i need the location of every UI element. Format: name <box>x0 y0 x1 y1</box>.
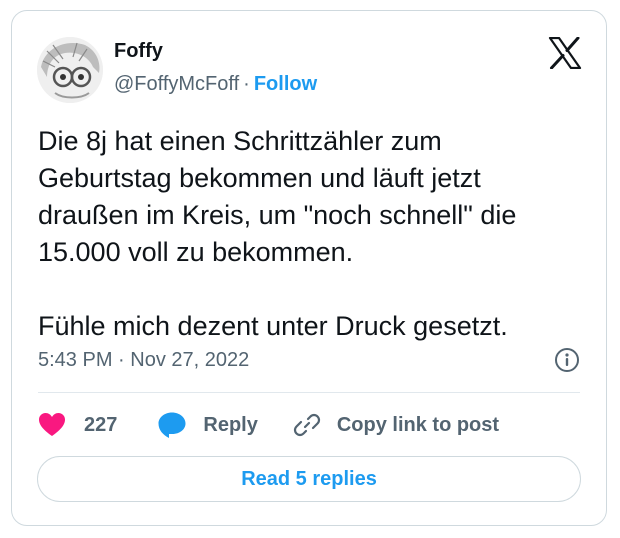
copy-link-label: Copy link to post <box>336 413 500 436</box>
timestamp-separator: · <box>118 349 125 371</box>
avatar-image <box>37 37 103 103</box>
like-button[interactable]: 227 <box>38 412 117 438</box>
tweet-time: 5:43 PM <box>38 349 113 371</box>
avatar[interactable] <box>37 37 103 103</box>
link-icon <box>293 411 321 439</box>
tweet-date: Nov 27, 2022 <box>130 349 250 371</box>
handle-separator: · <box>243 73 250 95</box>
speech-bubble-icon <box>157 411 187 439</box>
like-count: 227 <box>84 413 118 436</box>
reply-label: Reply <box>203 413 258 436</box>
copy-link-button[interactable]: Copy link to post <box>293 411 499 439</box>
divider <box>38 392 580 393</box>
follow-button[interactable]: Follow <box>254 73 317 95</box>
read-replies-label: Read 5 replies <box>241 467 377 490</box>
heart-icon <box>38 412 66 438</box>
action-bar: 227 Reply Copy link to post <box>38 410 499 440</box>
x-logo-icon[interactable] <box>548 36 582 70</box>
author-handle[interactable]: @FoffyMcFoff <box>114 73 239 95</box>
tweet-time-link[interactable]: 5:43 PM · Nov 27, 2022 <box>38 349 249 371</box>
author-display-name[interactable]: Foffy <box>114 39 163 63</box>
tweet-timestamp: 5:43 PM · Nov 27, 2022 <box>38 348 249 372</box>
tweet-text: Die 8j hat einen Schrittzähler zum Gebur… <box>38 126 517 341</box>
info-icon[interactable] <box>554 347 580 373</box>
read-replies-button[interactable]: Read 5 replies <box>37 456 581 502</box>
reply-button[interactable]: Reply <box>157 411 258 439</box>
tweet-card: Foffy @FoffyMcFoff · Follow Die 8j hat ein… <box>11 10 607 526</box>
author-handle-row: @FoffyMcFoff · Follow <box>114 72 317 96</box>
